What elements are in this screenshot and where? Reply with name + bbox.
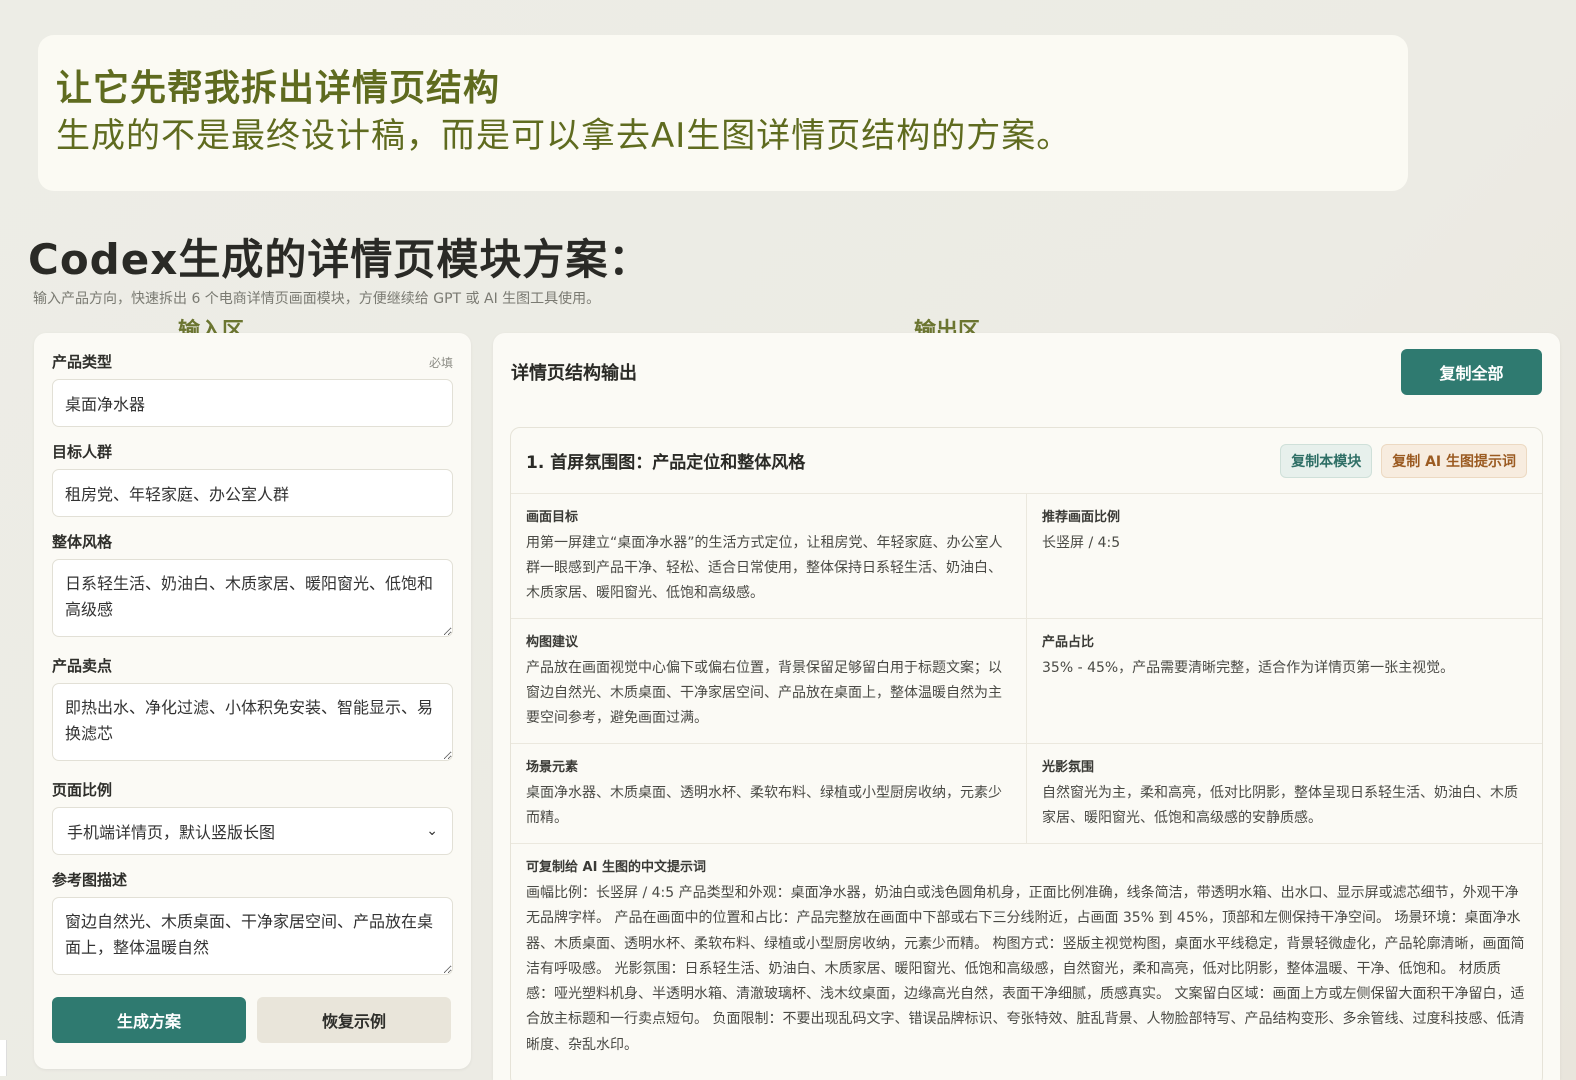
field-product-type: 产品类型 必填: [52, 351, 453, 427]
field-label: 产品类型: [52, 353, 113, 371]
corner-divider: [0, 1040, 7, 1076]
required-tag: 必填: [428, 356, 453, 370]
field-target-audience: 目标人群: [52, 441, 453, 517]
input-panel: 产品类型 必填 目标人群 整体风格 日系轻生活、奶油白、木质家居、暖阳窗光、低饱…: [34, 333, 471, 1069]
cell-text: 用第一屏建立“桌面净水器”的生活方式定位，让租房党、年轻家庭、办公室人群一眼感到…: [526, 535, 1003, 601]
field-selling-points: 产品卖点 即热出水、净化过滤、小体积免安装、智能显示、易换滤芯: [52, 655, 453, 765]
select-value: 手机端详情页，默认竖版长图: [67, 823, 276, 842]
field-label: 整体风格: [52, 533, 113, 551]
module-card: 1. 首屏氛围图：产品定位和整体风格 复制本模块 复制 AI 生图提示词 画面目…: [510, 427, 1543, 1080]
field-page-ratio: 页面比例 手机端详情页，默认竖版长图 ⌄: [52, 779, 453, 855]
selling-points-textarea[interactable]: 即热出水、净化过滤、小体积免安装、智能显示、易换滤芯: [52, 683, 453, 761]
cell-text: 自然窗光为主，柔和高亮，低对比阴影，整体呈现日系轻生活、奶油白、木质家居、暖阳窗…: [1042, 785, 1518, 826]
copy-module-button[interactable]: 复制本模块: [1280, 443, 1373, 478]
reset-button[interactable]: 恢复示例: [257, 997, 451, 1043]
cell-label: 产品占比: [1042, 635, 1095, 650]
page-title: Codex生成的详情页模块方案：: [28, 235, 652, 284]
output-title: 详情页结构输出: [511, 363, 637, 384]
copy-all-button[interactable]: 复制全部: [1401, 349, 1542, 395]
prompt-cell: 可复制给 AI 生图的中文提示词 画幅比例：长竖屏 / 4:5 产品类型和外观：…: [511, 844, 1542, 1070]
intro-subtitle: 生成的不是最终设计稿，而是可以拿去AI生图详情页结构的方案。: [56, 116, 1072, 156]
field-reference: 参考图描述 窗边自然光、木质桌面、干净家居空间、产品放在桌面上，整体温暖自然: [52, 869, 453, 979]
field-style: 整体风格 日系轻生活、奶油白、木质家居、暖阳窗光、低饱和高级感: [52, 531, 453, 641]
intro-title: 让它先帮我拆出详情页结构: [56, 68, 501, 109]
cell-label: 构图建议: [526, 635, 579, 650]
reference-textarea[interactable]: 窗边自然光、木质桌面、干净家居空间、产品放在桌面上，整体温暖自然: [52, 897, 453, 975]
cell-product-share: 产品占比 35% - 45%，产品需要清晰完整，适合作为详情页第一张主视觉。: [1027, 619, 1542, 744]
cell-scene: 场景元素 桌面净水器、木质桌面、透明水杯、柔软布料、绿植或小型厨房收纳，元素少而…: [511, 744, 1027, 844]
generate-button[interactable]: 生成方案: [52, 997, 246, 1043]
copy-prompt-button[interactable]: 复制 AI 生图提示词: [1381, 443, 1527, 478]
module-title: 1. 首屏氛围图：产品定位和整体风格: [526, 453, 806, 473]
prompt-text: 画幅比例：长竖屏 / 4:5 产品类型和外观：桌面净水器，奶油白或浅色圆角机身，…: [526, 885, 1525, 1053]
cell-label: 推荐画面比例: [1042, 510, 1121, 525]
product-type-input[interactable]: [52, 379, 453, 427]
cell-lighting: 光影氛围 自然窗光为主，柔和高亮，低对比阴影，整体呈现日系轻生活、奶油白、木质家…: [1027, 744, 1542, 844]
cell-label: 画面目标: [526, 510, 579, 525]
page-ratio-select[interactable]: 手机端详情页，默认竖版长图 ⌄: [52, 807, 453, 855]
cell-goal: 画面目标 用第一屏建立“桌面净水器”的生活方式定位，让租房党、年轻家庭、办公室人…: [511, 494, 1027, 619]
intro-card: 让它先帮我拆出详情页结构 生成的不是最终设计稿，而是可以拿去AI生图详情页结构的…: [38, 35, 1408, 191]
style-textarea[interactable]: 日系轻生活、奶油白、木质家居、暖阳窗光、低饱和高级感: [52, 559, 453, 637]
field-label: 目标人群: [52, 443, 113, 461]
field-label: 参考图描述: [52, 871, 128, 889]
cell-label: 光影氛围: [1042, 760, 1095, 775]
prompt-label: 可复制给 AI 生图的中文提示词: [526, 860, 706, 875]
cell-text: 桌面净水器、木质桌面、透明水杯、柔软布料、绿植或小型厨房收纳，元素少而精。: [526, 785, 1002, 826]
page-description: 输入产品方向，快速拆出 6 个电商详情页画面模块，方便继续给 GPT 或 AI …: [33, 291, 601, 307]
cell-text: 长竖屏 / 4:5: [1042, 535, 1121, 551]
field-label: 页面比例: [52, 781, 113, 799]
cell-text: 产品放在画面视觉中心偏下或偏右位置，背景保留足够留白用于标题文案；以窗边自然光、…: [526, 660, 1002, 726]
target-audience-input[interactable]: [52, 469, 453, 517]
cell-label: 场景元素: [526, 760, 579, 775]
chevron-down-icon: ⌄: [426, 823, 438, 839]
cell-ratio: 推荐画面比例 长竖屏 / 4:5: [1027, 494, 1542, 619]
output-panel: 详情页结构输出 复制全部 1. 首屏氛围图：产品定位和整体风格 复制本模块 复制…: [493, 333, 1560, 1080]
cell-composition: 构图建议 产品放在画面视觉中心偏下或偏右位置，背景保留足够留白用于标题文案；以窗…: [511, 619, 1027, 744]
field-label: 产品卖点: [52, 657, 113, 675]
cell-text: 35% - 45%，产品需要清晰完整，适合作为详情页第一张主视觉。: [1042, 660, 1455, 676]
